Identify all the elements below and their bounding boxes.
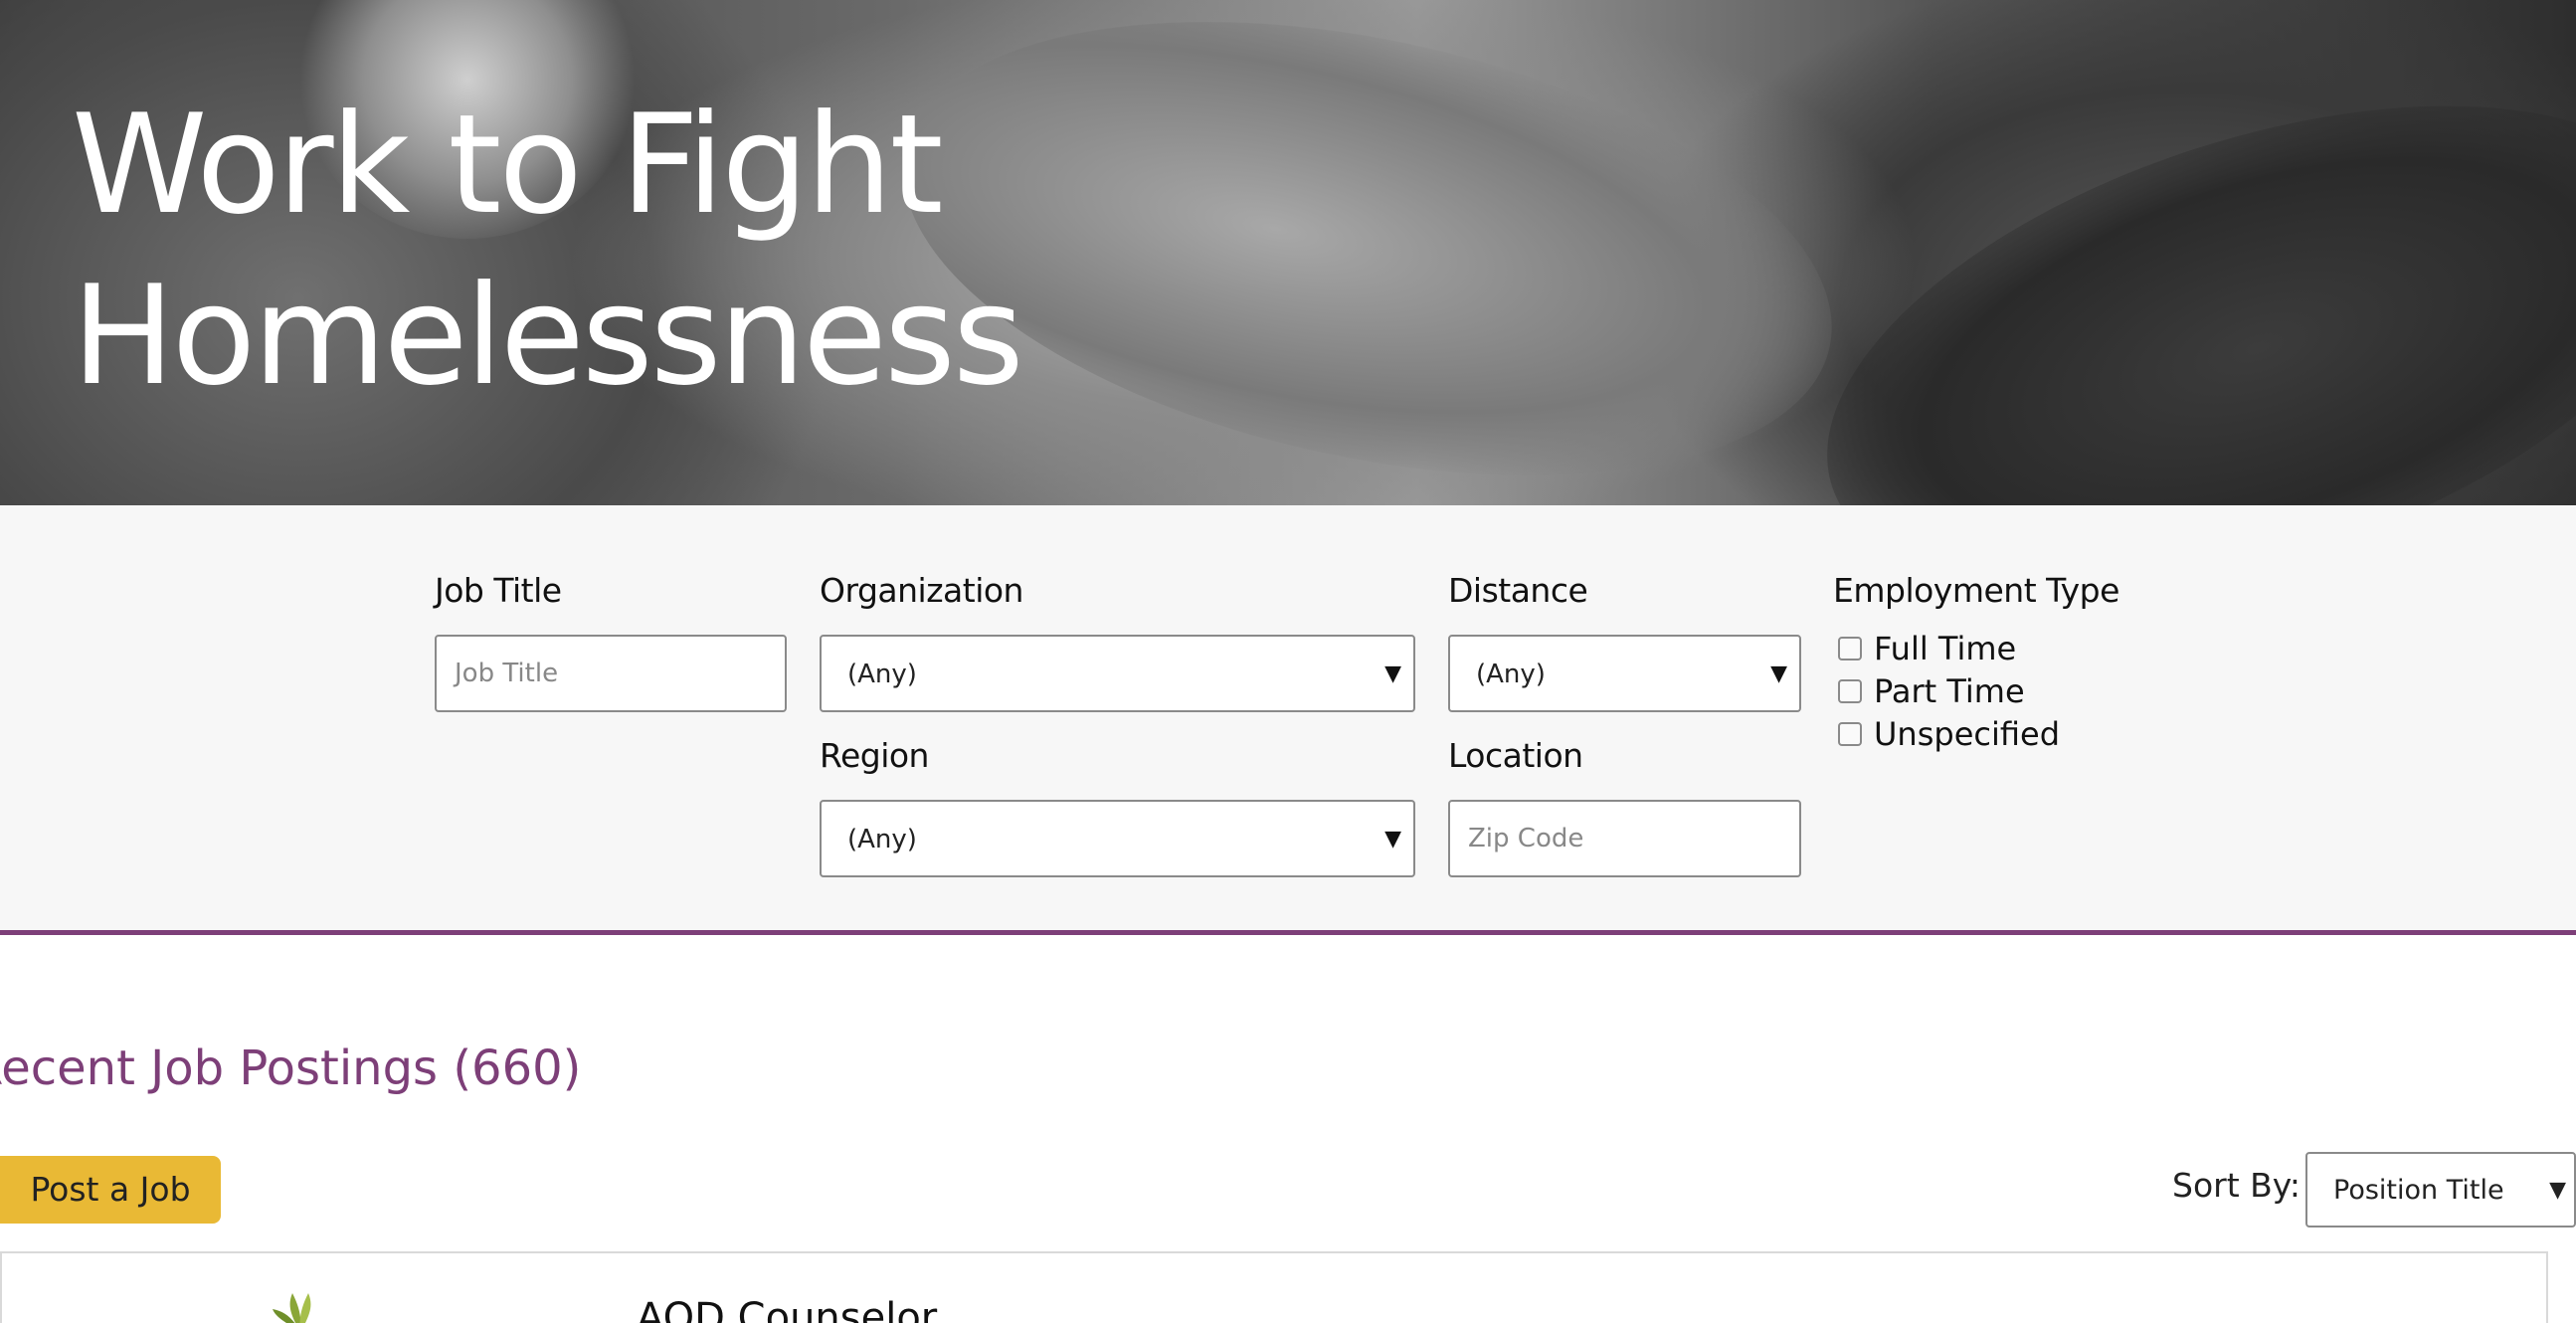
part-time-checkbox[interactable] [1838, 679, 1862, 703]
sort-by-select[interactable]: Position Title ▼ [2305, 1152, 2576, 1228]
distance-select[interactable]: (Any) ▼ [1448, 635, 1801, 712]
zip-code-input[interactable]: Zip Code [1448, 800, 1801, 877]
employment-type-label: Employment Type [1833, 571, 2119, 610]
employment-option-part-time[interactable]: Part Time [1838, 671, 2025, 711]
search-filters: Job Title Job Title Organization (Any) ▼… [0, 505, 2576, 935]
region-selected-value: (Any) [847, 825, 917, 854]
job-listing-title[interactable]: AOD Counselor [637, 1295, 937, 1323]
page: Work to Fight Homelessness Job Title Job… [0, 0, 2576, 1323]
organization-selected-value: (Any) [847, 660, 917, 689]
unspecified-label: Unspecified [1874, 715, 2061, 753]
part-time-label: Part Time [1874, 672, 2025, 710]
employment-option-full-time[interactable]: Full Time [1838, 629, 2016, 668]
hero-title: Work to Fight Homelessness [72, 80, 1024, 422]
chevron-down-icon: ▼ [1384, 827, 1401, 851]
job-listing-card[interactable] [0, 1251, 2548, 1323]
region-select[interactable]: (Any) ▼ [820, 800, 1415, 877]
organization-logo-icon [273, 1293, 311, 1323]
chevron-down-icon: ▼ [2549, 1178, 2566, 1203]
hero-image-dark-hand [1767, 11, 2576, 505]
unspecified-checkbox[interactable] [1838, 722, 1862, 746]
post-a-job-button[interactable]: Post a Job [0, 1156, 221, 1224]
location-label: Location [1448, 736, 1583, 775]
region-label: Region [820, 736, 929, 775]
distance-label: Distance [1448, 571, 1588, 610]
distance-selected-value: (Any) [1476, 660, 1546, 689]
hero-title-line1: Work to Fight [72, 85, 944, 245]
full-time-label: Full Time [1874, 630, 2017, 667]
job-title-input[interactable]: Job Title [435, 635, 787, 712]
results-heading-text: Recent Job Postings (660) [0, 1040, 582, 1096]
job-title-label: Job Title [435, 571, 562, 610]
organization-select[interactable]: (Any) ▼ [820, 635, 1415, 712]
hero-banner: Work to Fight Homelessness [0, 0, 2576, 505]
chevron-down-icon: ▼ [1384, 662, 1401, 686]
sort-by-label: Sort By: [2172, 1166, 2301, 1205]
employment-option-unspecified[interactable]: Unspecified [1838, 714, 2060, 754]
organization-label: Organization [820, 571, 1023, 610]
chevron-down-icon: ▼ [1770, 662, 1787, 686]
full-time-checkbox[interactable] [1838, 637, 1862, 661]
sort-selected-value: Position Title [2333, 1175, 2504, 1206]
hero-title-line2: Homelessness [72, 256, 1024, 416]
results-heading: Recent Job Postings (660) [0, 1040, 581, 1096]
